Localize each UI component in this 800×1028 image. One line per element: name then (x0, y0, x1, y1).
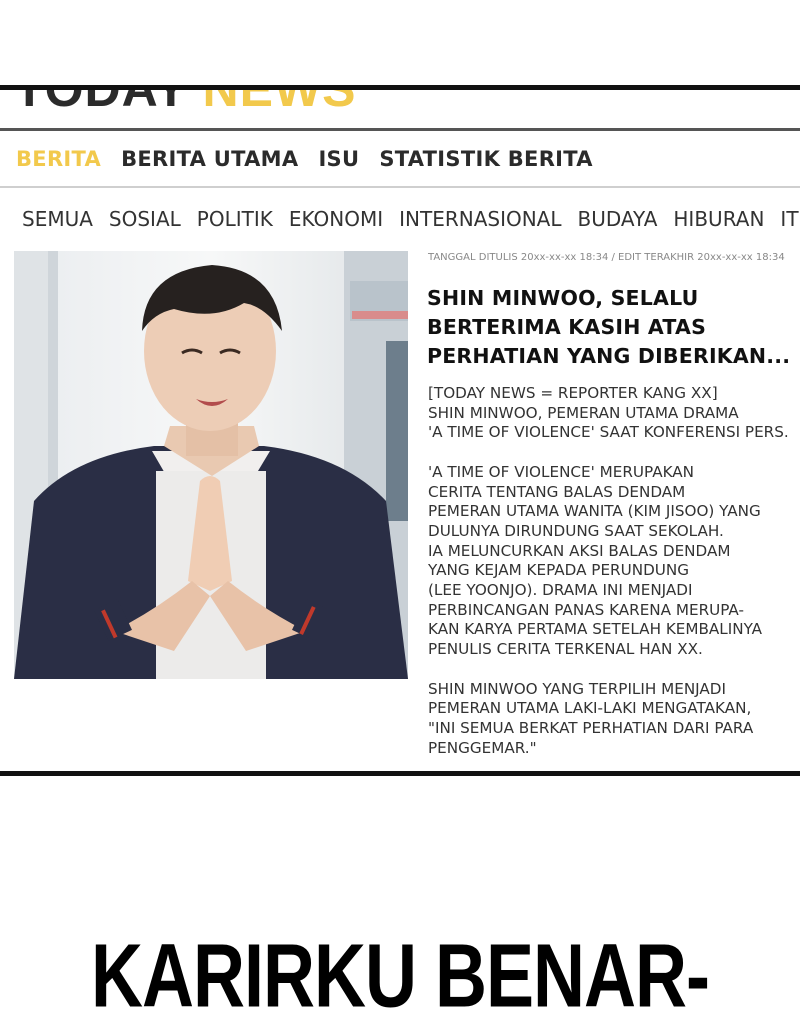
headline-line: PERHATIAN YANG DIBERIKAN... (427, 344, 791, 368)
nav-item-isu[interactable]: ISU (318, 147, 359, 171)
body-line: CERITA TENTANG BALAS DENDAM (428, 482, 686, 501)
nav-divider (0, 186, 800, 188)
headline-line: SHIN MINWOO, SELALU (427, 286, 699, 310)
nav-item-statistik-berita[interactable]: STATISTIK BERITA (379, 147, 593, 171)
masthead: TODAY NEWS (0, 90, 800, 128)
body-line: (LEE YOONJO). DRAMA INI MENJADI (428, 581, 693, 600)
category-it[interactable]: IT (780, 207, 798, 231)
body-line: PENULIS CERITA TERKENAL HAN XX. (428, 640, 703, 659)
comic-caption-text: KARIRKU BENAR- (91, 926, 710, 1027)
body-line: SHIN MINWOO YANG TERPILIH MENJADI (428, 679, 726, 698)
category-sosial[interactable]: SOSIAL (109, 207, 181, 231)
body-line: PEMERAN UTAMA WANITA (KIM JISOO) YANG (428, 502, 761, 521)
category-budaya[interactable]: BUDAYA (578, 207, 658, 231)
logo-text-news: NEWS (203, 90, 357, 117)
body-line: SHIN MINWOO, PEMERAN UTAMA DRAMA (428, 403, 739, 422)
article-meta-dates: TANGGAL DITULIS 20xx-xx-xx 18:34 / EDIT … (428, 252, 785, 263)
body-line: [TODAY NEWS = REPORTER KANG XX] (428, 384, 718, 402)
body-line: PERBINCANGAN PANAS KARENA MERUPA- (428, 600, 744, 619)
body-line: YANG KEJAM KEPADA PERUNDUNG (428, 561, 690, 580)
logo-text-today: TODAY (14, 90, 203, 117)
body-line: 'A TIME OF VIOLENCE' SAAT KONFERENSI PER… (428, 423, 789, 442)
body-line: KAN KARYA PERTAMA SETELAH KEMBALINYA (428, 620, 763, 639)
article-photo (14, 251, 408, 679)
headline-line: BERTERIMA KASIH ATAS (427, 315, 707, 339)
nav-item-berita-utama[interactable]: BERITA UTAMA (121, 147, 298, 171)
category-semua[interactable]: SEMUA (22, 207, 93, 231)
masthead-divider (0, 128, 800, 131)
main-navigation: BERITA BERITA UTAMA ISU STATISTIK BERITA (16, 147, 593, 171)
category-internasional[interactable]: INTERNASIONAL (399, 207, 561, 231)
body-line: 'A TIME OF VIOLENCE' MERUPAKAN (428, 462, 695, 481)
frame-bottom-border (0, 771, 800, 776)
body-line: PEMERAN UTAMA LAKI-LAKI MENGATAKAN, (428, 699, 752, 718)
category-navigation: SEMUA SOSIAL POLITIK EKONOMI INTERNASION… (22, 207, 799, 231)
body-line: PENGGEMAR." (428, 738, 537, 757)
site-logo[interactable]: TODAY NEWS (14, 90, 357, 118)
article-body: [TODAY NEWS = REPORTER KANG XX] SHIN MIN… (428, 384, 800, 758)
category-ekonomi[interactable]: EKONOMI (289, 207, 383, 231)
category-politik[interactable]: POLITIK (197, 207, 273, 231)
body-line: "INI SEMUA BERKAT PERHATIAN DARI PARA (428, 718, 754, 737)
nav-item-berita[interactable]: BERITA (16, 147, 101, 171)
body-line: DULUNYA DIRUNDUNG SAAT SEKOLAH. (428, 521, 724, 540)
category-hiburan[interactable]: HIBURAN (673, 207, 764, 231)
body-line: IA MELUNCURKAN AKSI BALAS DENDAM (428, 541, 731, 560)
article-headline[interactable]: SHIN MINWOO, SELALU BERTERIMA KASIH ATAS… (427, 284, 799, 371)
